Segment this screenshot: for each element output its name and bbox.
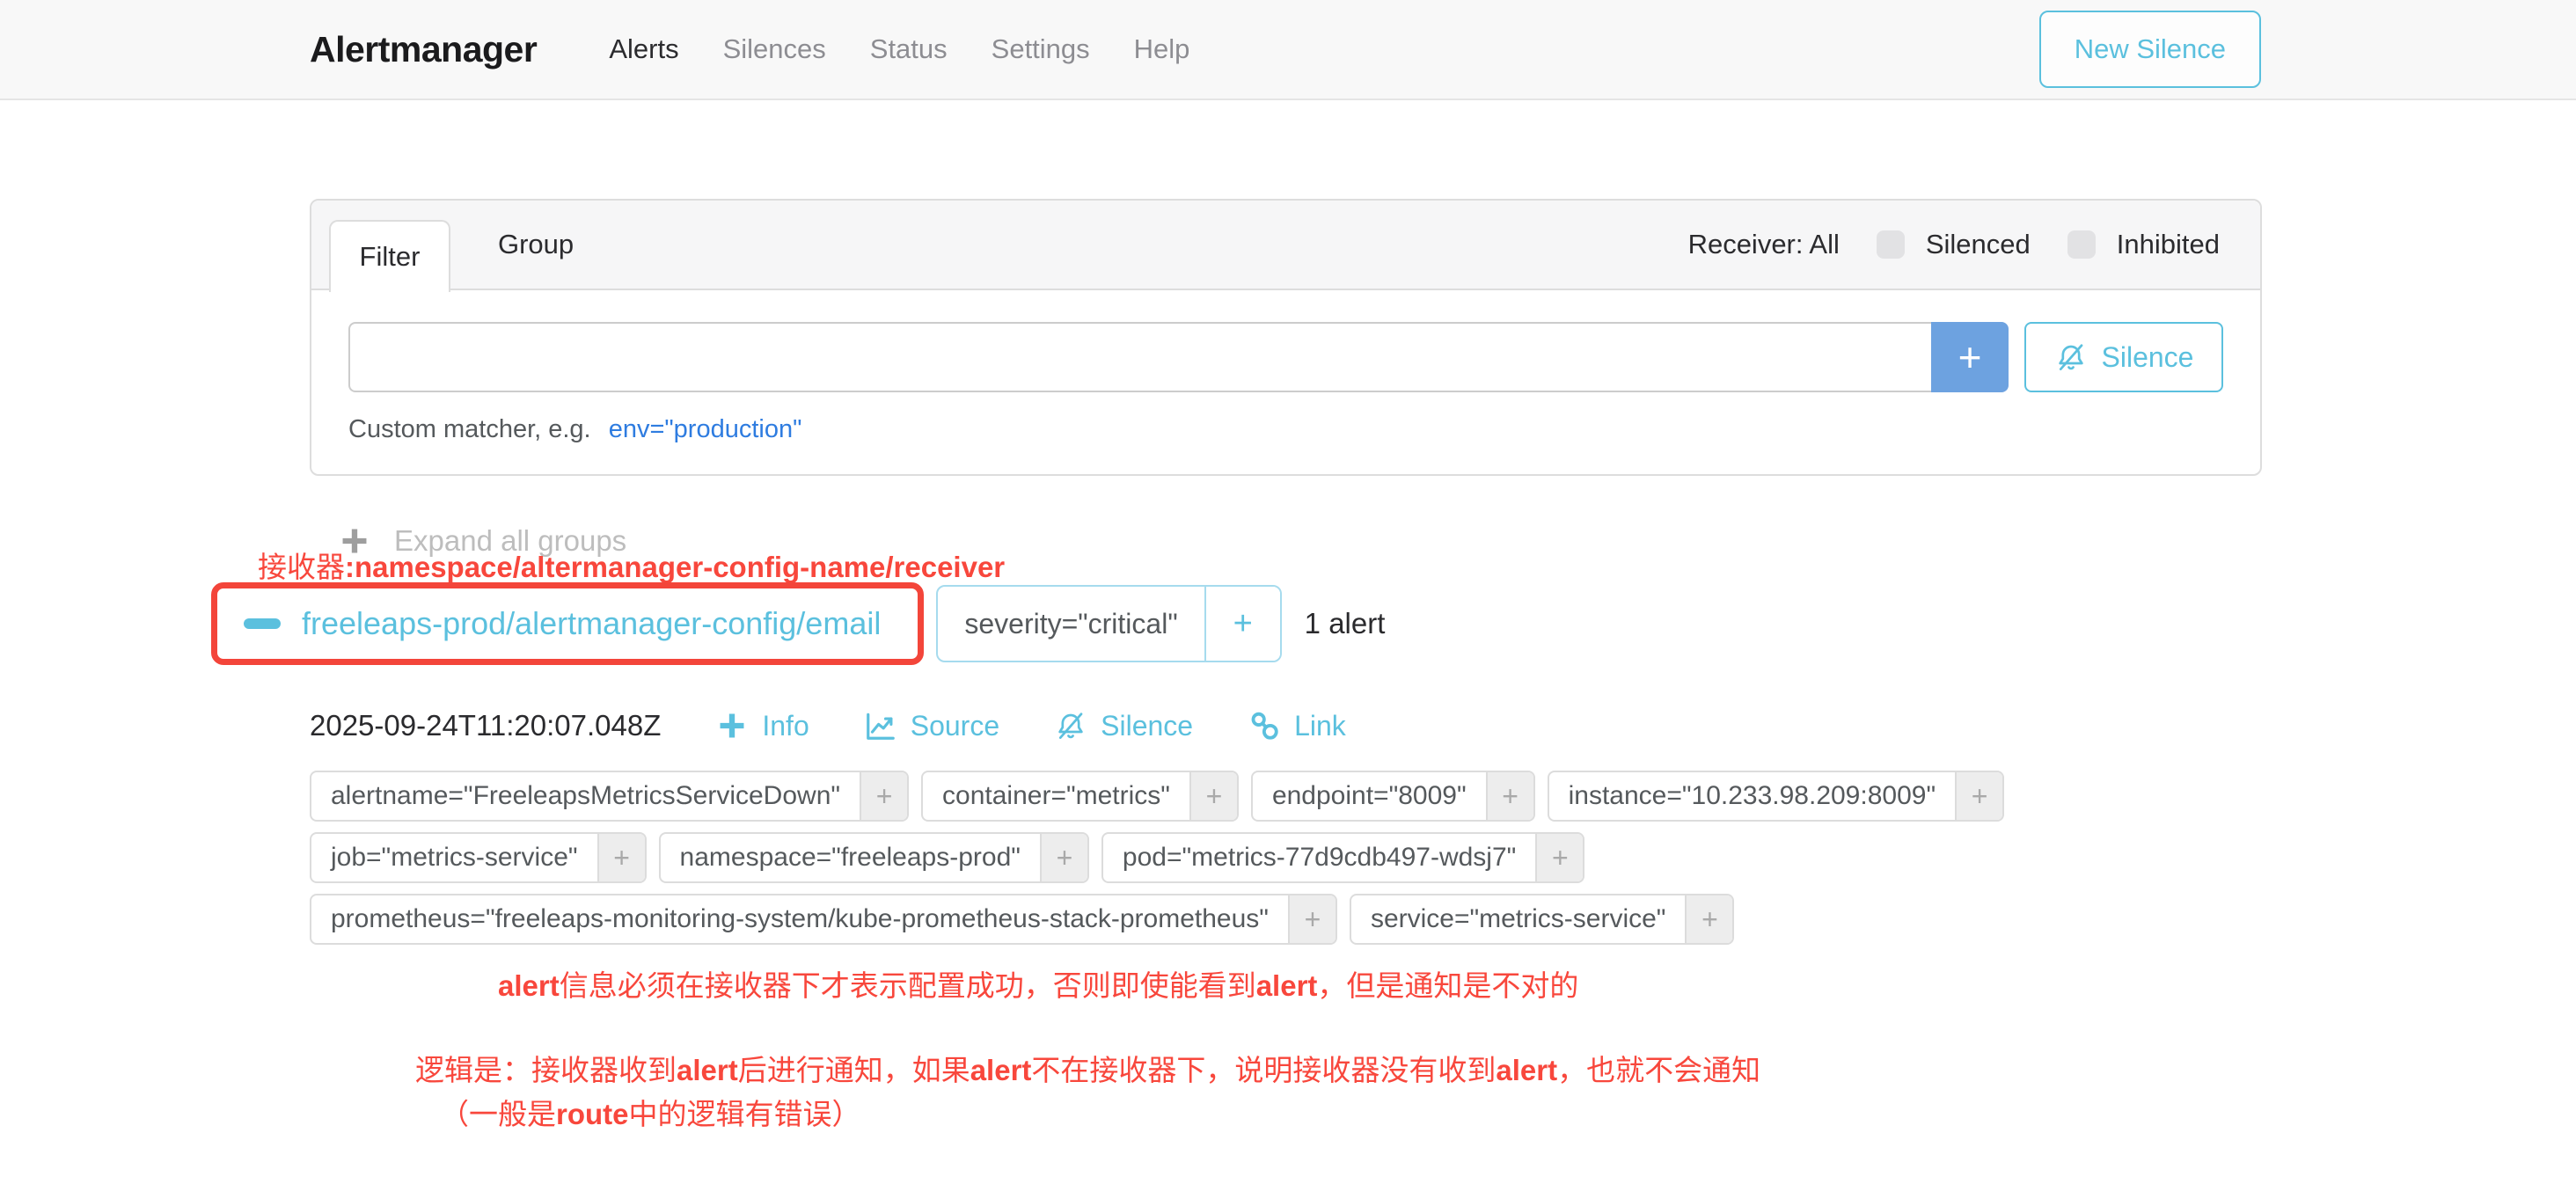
- filter-panel-body: + Silence Custom matcher, e.g. env="prod…: [311, 290, 2260, 444]
- alert-label-text: prometheus="freeleaps-monitoring-system/…: [311, 895, 1288, 943]
- matcher-hint-text: Custom matcher, e.g.: [348, 415, 591, 443]
- silence-button-label: Silence: [1101, 710, 1193, 742]
- alertmanager-app: Alertmanager Alerts Silences Status Sett…: [0, 0, 2576, 1184]
- silenced-checkbox[interactable]: Silenced: [1877, 229, 2031, 260]
- alert-label-text: service="metrics-service": [1351, 895, 1686, 943]
- checkbox-icon[interactable]: [1877, 230, 1905, 259]
- matcher-hint: Custom matcher, e.g. env="production": [348, 415, 2223, 444]
- group-key-add-button[interactable]: +: [1204, 587, 1280, 661]
- alert-label-text: instance="10.233.98.209:8009": [1549, 772, 1955, 820]
- group-key-label: severity="critical": [938, 587, 1204, 661]
- plus-icon: [715, 709, 749, 742]
- nav-item-settings[interactable]: Settings: [992, 33, 1090, 65]
- navbar: Alertmanager Alerts Silences Status Sett…: [0, 0, 2576, 100]
- silenced-checkbox-label: Silenced: [1926, 229, 2031, 260]
- filter-panel: Filter Group Receiver: All Silenced Inhi…: [310, 199, 2262, 476]
- alert-label-chip: pod="metrics-77d9cdb497-wdsj7" +: [1101, 832, 1584, 883]
- label-filter-add-button[interactable]: +: [860, 772, 907, 820]
- nav-item-help[interactable]: Help: [1134, 33, 1190, 65]
- bell-slash-icon: [1054, 709, 1087, 742]
- alert-label-text: container="metrics": [923, 772, 1189, 820]
- filter-silence-button[interactable]: Silence: [2024, 322, 2223, 392]
- matcher-example-link[interactable]: env="production": [609, 415, 802, 443]
- annotation-note-3: （一般是route中的逻辑有错误）: [440, 1091, 861, 1133]
- silence-button[interactable]: Silence: [1054, 709, 1193, 742]
- label-filter-add-button[interactable]: +: [1535, 834, 1583, 881]
- alert-label-chip: alertname="FreeleapsMetricsServiceDown" …: [310, 771, 909, 822]
- source-button-label: Source: [911, 710, 999, 742]
- alert-label-chip: service="metrics-service" +: [1350, 894, 1735, 945]
- link-button[interactable]: Link: [1248, 709, 1346, 742]
- alert-actions-row: 2025-09-24T11:20:07.048Z Info Source: [310, 709, 2265, 742]
- source-button[interactable]: Source: [864, 709, 999, 742]
- inhibited-checkbox-label: Inhibited: [2117, 229, 2220, 260]
- label-filter-add-button[interactable]: +: [1486, 772, 1533, 820]
- label-filter-add-button[interactable]: +: [1189, 772, 1237, 820]
- alert-label-chip: namespace="freeleaps-prod" +: [659, 832, 1089, 883]
- alert-label-text: endpoint="8009": [1253, 772, 1486, 820]
- alert-label-chip: job="metrics-service" +: [310, 832, 647, 883]
- filter-options: Receiver: All Silenced Inhibited: [1688, 229, 2260, 260]
- annotation-note-2: 逻辑是：接收器收到alert后进行通知，如果alert不在接收器下，说明接收器没…: [415, 1047, 1760, 1089]
- brand-link[interactable]: Alertmanager: [310, 29, 537, 70]
- alert-label-text: job="metrics-service": [311, 834, 597, 881]
- tab-group[interactable]: Group: [480, 201, 591, 289]
- annotation-receiver-note: 接收器:namespace/altermanager-config-name/r…: [258, 544, 1005, 586]
- nav-item-silences[interactable]: Silences: [723, 33, 826, 65]
- link-button-label: Link: [1294, 710, 1346, 742]
- alert-label-text: pod="metrics-77d9cdb497-wdsj7": [1103, 834, 1535, 881]
- filter-silence-label: Silence: [2102, 341, 2194, 374]
- inhibited-checkbox[interactable]: Inhibited: [2067, 229, 2220, 260]
- new-silence-button[interactable]: New Silence: [2039, 11, 2261, 88]
- label-filter-add-button[interactable]: +: [1955, 772, 2002, 820]
- alert-count: 1 alert: [1305, 607, 1386, 640]
- checkbox-icon[interactable]: [2067, 230, 2096, 259]
- annotation-note-1: alert信息必须在接收器下才表示配置成功，否则即使能看到alert，但是通知是…: [498, 962, 1578, 1005]
- collapse-group-icon[interactable]: [244, 618, 281, 629]
- label-filter-add-button[interactable]: +: [597, 834, 645, 881]
- alert-label-chip: prometheus="freeleaps-monitoring-system/…: [310, 894, 1337, 945]
- chart-icon: [864, 709, 897, 742]
- info-button-label: Info: [762, 710, 809, 742]
- alert-item: 2025-09-24T11:20:07.048Z Info Source: [310, 709, 2265, 945]
- bell-slash-icon: [2054, 340, 2088, 374]
- nav-item-alerts[interactable]: Alerts: [609, 33, 678, 65]
- nav-item-status[interactable]: Status: [870, 33, 948, 65]
- label-filter-add-button[interactable]: +: [1685, 895, 1732, 943]
- info-button[interactable]: Info: [715, 709, 809, 742]
- matcher-input[interactable]: [348, 322, 1931, 392]
- alert-label-text: alertname="FreeleapsMetricsServiceDown": [311, 772, 860, 820]
- receiver-filter[interactable]: Receiver: All: [1688, 229, 1840, 260]
- alert-label-text: namespace="freeleaps-prod": [661, 834, 1040, 881]
- alert-labels: alertname="FreeleapsMetricsServiceDown" …: [310, 771, 2265, 945]
- link-icon: [1248, 709, 1281, 742]
- alert-label-chip: endpoint="8009" +: [1251, 771, 1535, 822]
- tab-filter[interactable]: Filter: [329, 220, 450, 292]
- alert-label-chip: instance="10.233.98.209:8009" +: [1548, 771, 2004, 822]
- add-matcher-button[interactable]: +: [1931, 322, 2009, 392]
- filter-panel-header: Filter Group Receiver: All Silenced Inhi…: [311, 201, 2260, 290]
- tab-filter-label: Filter: [360, 241, 421, 273]
- nav-menu: Alerts Silences Status Settings Help: [609, 33, 1189, 65]
- tab-group-label: Group: [498, 229, 574, 260]
- group-receiver-link[interactable]: freeleaps-prod/alertmanager-config/email: [302, 605, 881, 642]
- alert-group-header: freeleaps-prod/alertmanager-config/email…: [211, 582, 1385, 665]
- matcher-row: + Silence: [348, 322, 2223, 392]
- group-key-chip: severity="critical" +: [936, 585, 1281, 662]
- annotation-red-box: freeleaps-prod/alertmanager-config/email: [211, 582, 924, 665]
- alert-label-chip: container="metrics" +: [921, 771, 1239, 822]
- label-filter-add-button[interactable]: +: [1040, 834, 1087, 881]
- alert-timestamp: 2025-09-24T11:20:07.048Z: [310, 709, 661, 742]
- label-filter-add-button[interactable]: +: [1288, 895, 1336, 943]
